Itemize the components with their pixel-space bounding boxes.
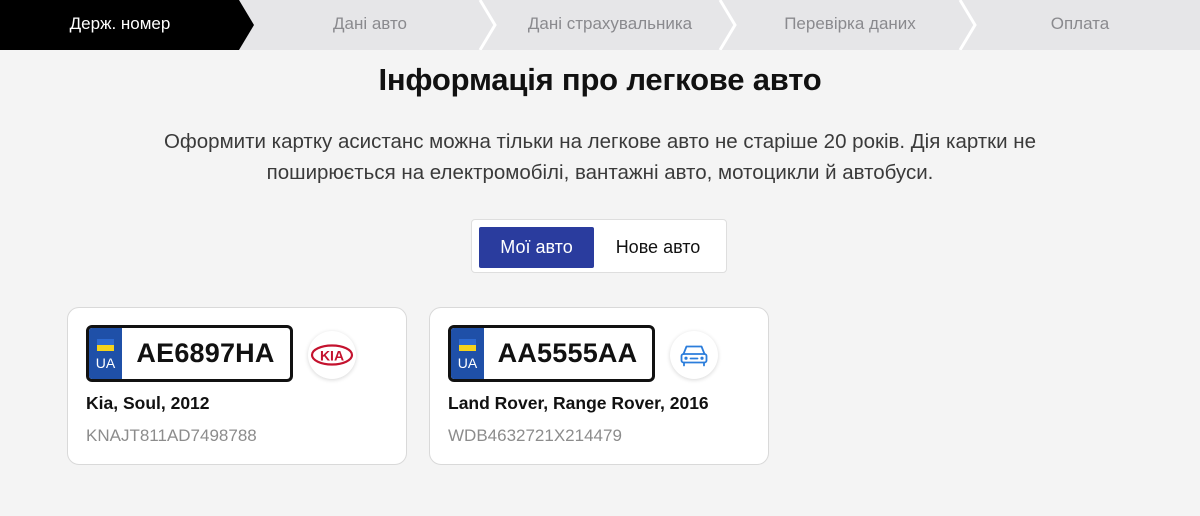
- brand-logo: [670, 331, 718, 379]
- car-name: Kia, Soul, 2012: [86, 393, 210, 413]
- progress-stepper: Держ. номер Дані авто Дані страхувальник…: [0, 0, 1200, 50]
- new-car-tab[interactable]: Нове авто: [596, 227, 720, 268]
- ukraine-flag-yellow: [97, 345, 114, 351]
- car-vin: WDB4632721X214479: [448, 426, 622, 445]
- plate-country-band: [451, 328, 484, 379]
- car-icon: [680, 345, 708, 367]
- step-data-review[interactable]: Перевірка даних: [730, 0, 970, 50]
- plate-country-code: UA: [95, 355, 116, 371]
- car-card[interactable]: UA AA5555AA Land Rover, Range Rover, 201…: [429, 307, 769, 465]
- kia-logo-icon: KIA: [310, 344, 354, 366]
- plate-number: AE6897HA: [136, 338, 275, 368]
- step-payment[interactable]: Оплата: [975, 0, 1185, 50]
- page-description: Оформити картку асистанс можна тільки на…: [163, 130, 1037, 184]
- car-card[interactable]: UA AE6897HA KIA Kia, Soul, 2012 KNAJT811…: [67, 307, 407, 465]
- license-plate: UA AE6897HA: [86, 325, 293, 382]
- plate-country-code: UA: [457, 355, 478, 371]
- kia-logo-text: KIA: [320, 348, 344, 364]
- ukraine-flag-yellow: [459, 345, 476, 351]
- car-source-toggle: Мої авто Нове авто: [471, 219, 727, 273]
- page-title: Інформація про легкове авто: [378, 62, 822, 97]
- step-plate-number[interactable]: Держ. номер: [0, 0, 240, 50]
- car-vin: KNAJT811AD7498788: [86, 426, 257, 445]
- my-cars-tab[interactable]: Мої авто: [479, 227, 594, 268]
- step-policyholder-data[interactable]: Дані страхувальника: [490, 0, 730, 50]
- plate-number: AA5555AA: [497, 338, 638, 368]
- license-plate: UA AA5555AA: [448, 325, 655, 382]
- car-name: Land Rover, Range Rover, 2016: [448, 393, 709, 413]
- brand-logo: KIA: [308, 331, 356, 379]
- plate-country-band: [89, 328, 122, 379]
- step-car-data[interactable]: Дані авто: [250, 0, 490, 50]
